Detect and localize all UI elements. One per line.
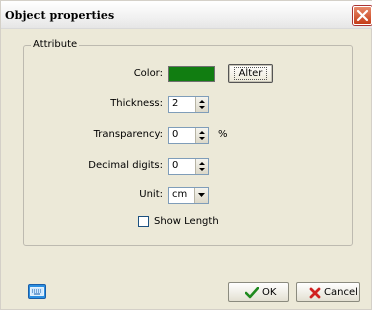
show-length-label[interactable]: Show Length bbox=[154, 216, 219, 227]
keyboard-button[interactable] bbox=[28, 284, 46, 299]
unit-value: cm bbox=[172, 189, 188, 200]
title-bar[interactable]: Object properties bbox=[1, 1, 372, 29]
thickness-spin-arrows[interactable] bbox=[195, 97, 208, 112]
cancel-button[interactable]: Cancel bbox=[296, 282, 360, 302]
alter-button[interactable]: Alter bbox=[228, 64, 273, 83]
ok-button[interactable]: OK bbox=[228, 282, 289, 302]
keyboard-icon bbox=[30, 287, 44, 296]
decimal-digits-spinner[interactable]: 0 bbox=[168, 158, 209, 175]
show-length-checkbox[interactable] bbox=[138, 216, 149, 227]
thickness-value: 2 bbox=[172, 98, 179, 109]
attribute-group-label: Attribute bbox=[31, 39, 80, 50]
check-icon bbox=[245, 287, 259, 299]
unit-label: Unit: bbox=[139, 189, 163, 200]
object-properties-dialog: Object properties Attribute Color: Alter… bbox=[0, 0, 372, 310]
close-button[interactable] bbox=[353, 6, 372, 25]
ok-button-label: OK bbox=[262, 287, 277, 298]
x-icon bbox=[309, 287, 321, 299]
transparency-value: 0 bbox=[172, 129, 179, 140]
transparency-label: Transparency: bbox=[93, 129, 163, 140]
unit-select[interactable]: cm bbox=[168, 187, 209, 204]
spin-arrows-icon bbox=[199, 100, 205, 109]
cancel-button-label: Cancel bbox=[324, 287, 358, 298]
color-label: Color: bbox=[133, 68, 163, 79]
close-icon bbox=[356, 9, 369, 22]
transparency-spin-arrows[interactable] bbox=[195, 128, 208, 143]
spin-arrows-icon bbox=[199, 162, 205, 171]
color-swatch[interactable] bbox=[168, 66, 215, 82]
alter-button-label: Alter bbox=[233, 67, 268, 80]
spin-arrows-icon bbox=[199, 131, 205, 140]
decimal-digits-label: Decimal digits: bbox=[88, 160, 163, 171]
thickness-spinner[interactable]: 2 bbox=[168, 96, 209, 113]
unit-dropdown-button[interactable] bbox=[194, 188, 208, 203]
transparency-spinner[interactable]: 0 bbox=[168, 127, 209, 144]
decimal-digits-spin-arrows[interactable] bbox=[195, 159, 208, 174]
thickness-label: Thickness: bbox=[110, 98, 163, 109]
chevron-down-icon bbox=[198, 193, 205, 197]
window-title: Object properties bbox=[5, 9, 115, 22]
decimal-digits-value: 0 bbox=[172, 160, 179, 171]
transparency-unit: % bbox=[218, 129, 228, 140]
